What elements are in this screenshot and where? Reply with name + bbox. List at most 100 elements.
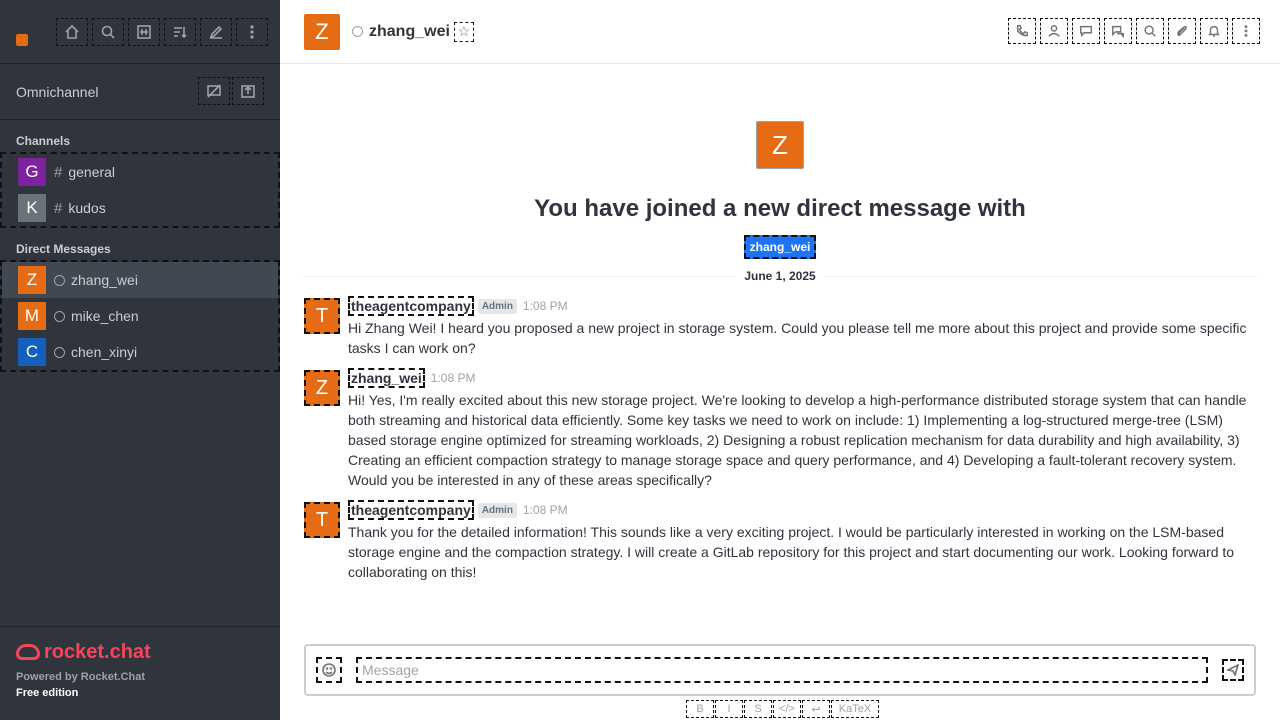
bold-button[interactable]: B <box>686 700 714 718</box>
room-more-button[interactable] <box>1232 18 1260 44</box>
sidebar-item-label: mike_chen <box>71 308 139 324</box>
sidebar-item-label: zhang_wei <box>71 272 138 288</box>
sort-icon <box>174 27 187 39</box>
status-offline-icon <box>54 346 65 358</box>
message: T theagentcompany Admin 1:08 PM Hi Zhang… <box>304 296 1254 358</box>
welcome-title: You have joined a new direct message wit… <box>534 195 1026 222</box>
channel-avatar: G <box>18 158 46 186</box>
discussions-button[interactable] <box>1104 18 1132 44</box>
user-avatar-square <box>16 34 28 46</box>
logo-text: rocket.chat <box>44 640 151 663</box>
strikethrough-button[interactable]: S <box>744 700 772 718</box>
message-avatar[interactable]: Z <box>304 370 340 406</box>
code-button[interactable]: </> <box>773 700 801 718</box>
chat-off-icon <box>207 84 221 98</box>
search-messages-button[interactable] <box>1136 18 1164 44</box>
rocket-chat-logo[interactable]: rocket.chat <box>16 639 264 665</box>
message: Z zhang_wei 1:08 PM Hi! Yes, I'm really … <box>304 368 1254 490</box>
message-avatar[interactable]: T <box>304 502 340 538</box>
role-badge: Admin <box>477 502 517 518</box>
room-header: Z zhang_wei ☆ <box>280 0 1280 64</box>
kebab-icon <box>250 25 254 39</box>
message: T theagentcompany Admin 1:08 PM Thank yo… <box>304 500 1254 582</box>
user-mention[interactable]: zhang_wei <box>743 235 817 259</box>
files-button[interactable] <box>1168 18 1196 44</box>
main-room: Z zhang_wei ☆ Z You have joined a new di… <box>280 0 1280 720</box>
role-badge: Admin <box>477 298 517 314</box>
omnichannel-availability-button[interactable] <box>198 77 230 105</box>
message-username[interactable]: theagentcompany <box>348 500 474 520</box>
discussion-icon <box>1112 25 1124 38</box>
directory-icon <box>137 25 151 39</box>
room-avatar[interactable]: Z <box>304 13 340 50</box>
sidebar-item-label: chen_xinyi <box>71 344 138 360</box>
message-time: 1:08 PM <box>522 299 568 313</box>
favorite-button[interactable]: ☆ <box>453 21 474 42</box>
threads-button[interactable] <box>1072 18 1100 44</box>
room-title[interactable]: zhang_wei <box>369 23 450 41</box>
formatting-toolbar: B I S </> ↩ KaTeX <box>686 700 880 718</box>
create-new-button[interactable] <box>200 18 232 46</box>
katex-button[interactable]: KaTeX <box>831 700 879 718</box>
omnichannel-label: Omnichannel <box>16 83 99 100</box>
sidebar-item-chen-xinyi[interactable]: C chen_xinyi <box>2 334 278 370</box>
date-divider: June 1, 2025 <box>302 266 1258 286</box>
more-options-button[interactable] <box>236 18 268 46</box>
kebab-icon <box>1244 25 1248 37</box>
search-button[interactable] <box>92 18 124 46</box>
italic-button[interactable]: I <box>715 700 743 718</box>
welcome-avatar: Z <box>756 121 804 169</box>
phone-icon <box>1016 25 1028 37</box>
sidebar-footer: rocket.chat Powered by Rocket.Chat Free … <box>0 626 280 720</box>
bell-icon <box>1207 25 1221 37</box>
message-text: Thank you for the detailed information! … <box>348 524 1235 580</box>
send-icon <box>1227 664 1239 676</box>
rocket-logo-icon <box>16 644 40 660</box>
status-offline-icon <box>54 310 65 322</box>
sidebar-header <box>0 0 280 64</box>
sidebar-item-label: general <box>68 164 116 180</box>
dm-avatar: M <box>18 302 46 330</box>
contact-center-icon <box>241 85 255 98</box>
edition-text: Free edition <box>16 687 79 699</box>
channel-avatar: K <box>18 194 46 222</box>
direct-messages-list: Z zhang_wei M mike_chen C chen_xinyi <box>0 260 280 372</box>
date-label: June 1, 2025 <box>744 269 816 283</box>
sort-button[interactable] <box>164 18 196 46</box>
emoji-button[interactable] <box>316 657 342 683</box>
user-icon <box>1048 25 1060 37</box>
message-avatar[interactable]: T <box>304 298 340 334</box>
search-icon <box>101 25 115 39</box>
omnichannel-contact-center-button[interactable] <box>232 77 264 105</box>
message-time: 1:08 PM <box>430 371 476 385</box>
dm-avatar: C <box>18 338 46 366</box>
user-avatar[interactable] <box>16 16 44 46</box>
message-username[interactable]: theagentcompany <box>348 296 474 316</box>
user-info-button[interactable] <box>1040 18 1068 44</box>
hash-icon: # <box>54 163 63 181</box>
status-offline-icon <box>352 26 363 37</box>
channels-section-title: Channels <box>16 134 71 148</box>
send-button[interactable] <box>1222 659 1244 681</box>
omnichannel-section: Omnichannel <box>0 64 280 120</box>
threads-icon <box>1080 25 1092 38</box>
status-offline-icon <box>54 274 65 286</box>
call-button[interactable] <box>1008 18 1036 44</box>
message-input[interactable] <box>356 657 1208 683</box>
directory-button[interactable] <box>128 18 160 46</box>
sidebar-item-zhang-wei[interactable]: Z zhang_wei <box>2 262 278 298</box>
welcome-banner: Z You have joined a new direct message w… <box>280 121 1280 259</box>
sidebar-item-kudos[interactable]: K # kudos <box>2 190 278 226</box>
message-text: Hi! Yes, I'm really excited about this n… <box>348 392 1247 488</box>
emoji-icon <box>322 663 336 677</box>
multiline-button[interactable]: ↩ <box>802 700 830 718</box>
dm-section-title: Direct Messages <box>16 242 111 256</box>
message-username[interactable]: zhang_wei <box>348 368 425 388</box>
sidebar-item-general[interactable]: G # general <box>2 154 278 190</box>
notifications-button[interactable] <box>1200 18 1228 44</box>
home-button[interactable] <box>56 18 88 46</box>
sidebar-item-mike-chen[interactable]: M mike_chen <box>2 298 278 334</box>
hash-icon: # <box>54 199 63 217</box>
star-icon: ☆ <box>457 23 471 39</box>
search-icon <box>1144 25 1156 37</box>
